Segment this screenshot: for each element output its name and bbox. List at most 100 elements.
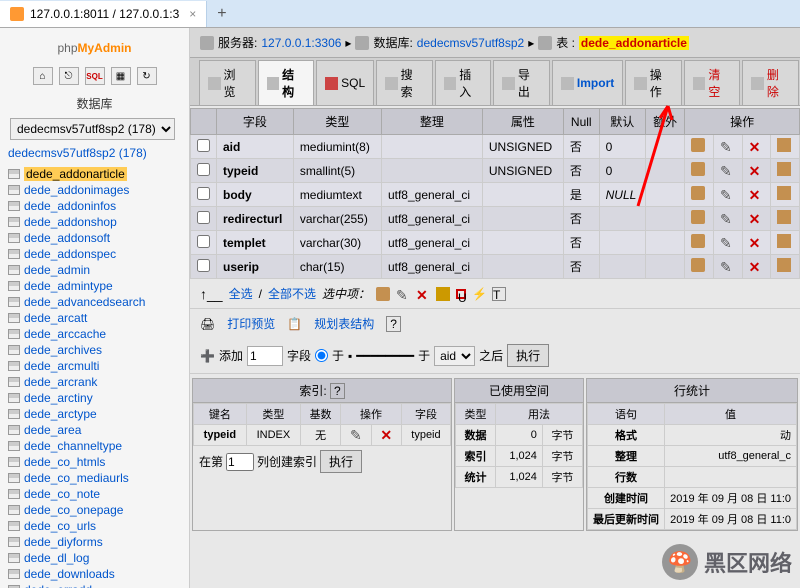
sidebar-table-item[interactable]: dede_addonarticle (0, 166, 189, 182)
row-more-icon[interactable] (777, 258, 791, 272)
sidebar-table-item[interactable]: dede_admintype (0, 278, 189, 294)
sidebar-table-item[interactable]: dede_advancedsearch (0, 294, 189, 310)
sidebar-table-item[interactable]: dede_downloads (0, 566, 189, 582)
row-more-icon[interactable] (777, 186, 791, 200)
sidebar-table-item[interactable]: dede_co_htmls (0, 454, 189, 470)
tab-empty[interactable]: 清空 (684, 60, 741, 105)
selected-edit-icon[interactable]: ✎ (396, 287, 410, 301)
help-icon[interactable]: ? (386, 316, 401, 332)
row-checkbox[interactable] (197, 259, 210, 272)
sidebar-table-item[interactable]: dede_co_onepage (0, 502, 189, 518)
tab-drop[interactable]: 删除 (742, 60, 799, 105)
row-edit-icon[interactable]: ✎ (720, 259, 734, 273)
tab-export[interactable]: 导出 (493, 60, 550, 105)
sidebar-table-item[interactable]: dede_arctiny (0, 390, 189, 406)
sidebar-table-item[interactable]: dede_co_note (0, 486, 189, 502)
row-more-icon[interactable] (777, 234, 791, 248)
sidebar-table-item[interactable]: dede_addonshop (0, 214, 189, 230)
sidebar-table-item[interactable]: dede_arcmulti (0, 358, 189, 374)
row-checkbox[interactable] (197, 211, 210, 224)
index-col-input[interactable] (226, 453, 254, 471)
selected-delete-icon[interactable]: ✕ (416, 287, 430, 301)
sidebar-table-item[interactable]: dede_arccache (0, 326, 189, 342)
sidebar-table-item[interactable]: dede_diyforms (0, 534, 189, 550)
home-icon[interactable]: ⌂ (33, 67, 53, 85)
selected-index-icon[interactable]: ⚡ (472, 287, 486, 301)
sidebar-table-item[interactable]: dede_addonsoft (0, 230, 189, 246)
sidebar-table-item[interactable]: dede_addoninfos (0, 198, 189, 214)
row-more-icon[interactable] (777, 162, 791, 176)
sidebar-table-item[interactable]: dede_arcrank (0, 374, 189, 390)
tab-import[interactable]: Import (552, 60, 623, 105)
row-browse-icon[interactable] (691, 258, 705, 272)
select-all-link[interactable]: 全选 (229, 285, 253, 302)
row-more-icon[interactable] (777, 210, 791, 224)
row-checkbox[interactable] (197, 163, 210, 176)
add-go-button[interactable]: 执行 (507, 344, 549, 367)
tab-structure[interactable]: 结构 (258, 60, 315, 105)
add-count-input[interactable] (247, 346, 283, 366)
close-icon[interactable]: × (189, 7, 196, 21)
row-more-icon[interactable] (777, 138, 791, 152)
row-browse-icon[interactable] (691, 234, 705, 248)
unselect-all-link[interactable]: 全部不选 (268, 285, 316, 302)
row-browse-icon[interactable] (691, 210, 705, 224)
sidebar-table-item[interactable]: dede_addonimages (0, 182, 189, 198)
row-checkbox[interactable] (197, 139, 210, 152)
logout-icon[interactable]: ⎋ (59, 67, 79, 85)
sidebar-table-item[interactable]: dede_arctype (0, 406, 189, 422)
index-edit-icon[interactable]: ✎ (349, 427, 363, 441)
database-link[interactable]: dedecmsv57utf8sp2 (178) (0, 142, 189, 164)
help-icon[interactable]: ? (330, 383, 345, 399)
selected-browse-icon[interactable] (376, 287, 390, 301)
row-checkbox[interactable] (197, 187, 210, 200)
row-edit-icon[interactable]: ✎ (720, 139, 734, 153)
row-browse-icon[interactable] (691, 186, 705, 200)
sidebar-table-item[interactable]: dede_dl_log (0, 550, 189, 566)
index-delete-icon[interactable]: ✕ (379, 427, 393, 441)
row-delete-icon[interactable]: ✕ (749, 139, 763, 153)
sidebar-table-item[interactable]: dede_co_mediaurls (0, 470, 189, 486)
row-edit-icon[interactable]: ✎ (720, 187, 734, 201)
reload-icon[interactable]: ↻ (137, 67, 157, 85)
tab-browse[interactable]: 浏览 (199, 60, 256, 105)
row-delete-icon[interactable]: ✕ (749, 163, 763, 177)
tab-insert[interactable]: 插入 (435, 60, 492, 105)
sql-icon[interactable]: SQL (85, 67, 105, 85)
index-go-button[interactable]: 执行 (320, 450, 362, 473)
selected-fulltext-icon[interactable]: T (492, 287, 506, 301)
new-tab-button[interactable]: + (207, 5, 236, 23)
row-delete-icon[interactable]: ✕ (749, 235, 763, 249)
add-pos-end-radio[interactable] (315, 349, 328, 362)
sidebar-table-item[interactable]: dede_admin (0, 262, 189, 278)
row-browse-icon[interactable] (691, 138, 705, 152)
propose-structure-link[interactable]: 规划表结构 (314, 315, 374, 332)
row-delete-icon[interactable]: ✕ (749, 187, 763, 201)
breadcrumb-server[interactable]: 127.0.0.1:3306 (261, 36, 341, 50)
add-after-select[interactable]: aid (434, 346, 475, 366)
sidebar-table-item[interactable]: dede_addonspec (0, 246, 189, 262)
row-browse-icon[interactable] (691, 162, 705, 176)
row-checkbox[interactable] (197, 235, 210, 248)
tab-sql[interactable]: SQL (316, 60, 374, 105)
tab-operations[interactable]: 操作 (625, 60, 682, 105)
row-delete-icon[interactable]: ✕ (749, 259, 763, 273)
sidebar-table-item[interactable]: dede_channeltype (0, 438, 189, 454)
tab-search[interactable]: 搜索 (376, 60, 433, 105)
selected-unique-icon[interactable]: U (456, 289, 466, 299)
row-edit-icon[interactable]: ✎ (720, 163, 734, 177)
sidebar-table-item[interactable]: dede_area (0, 422, 189, 438)
database-select[interactable]: dedecmsv57utf8sp2 (178) (10, 118, 175, 140)
sidebar-table-item[interactable]: dede_archives (0, 342, 189, 358)
print-preview-link[interactable]: 打印预览 (227, 315, 275, 332)
selected-primary-icon[interactable] (436, 287, 450, 301)
row-delete-icon[interactable]: ✕ (749, 211, 763, 225)
doc-icon[interactable]: ▦ (111, 67, 131, 85)
sidebar-table-item[interactable]: dede_erradd (0, 582, 189, 588)
sidebar-table-item[interactable]: dede_co_urls (0, 518, 189, 534)
row-edit-icon[interactable]: ✎ (720, 211, 734, 225)
breadcrumb-db[interactable]: dedecmsv57utf8sp2 (417, 36, 524, 50)
row-edit-icon[interactable]: ✎ (720, 235, 734, 249)
browser-tab-active[interactable]: 127.0.0.1:8011 / 127.0.0.1:3 × (0, 1, 207, 27)
sidebar-table-item[interactable]: dede_arcatt (0, 310, 189, 326)
